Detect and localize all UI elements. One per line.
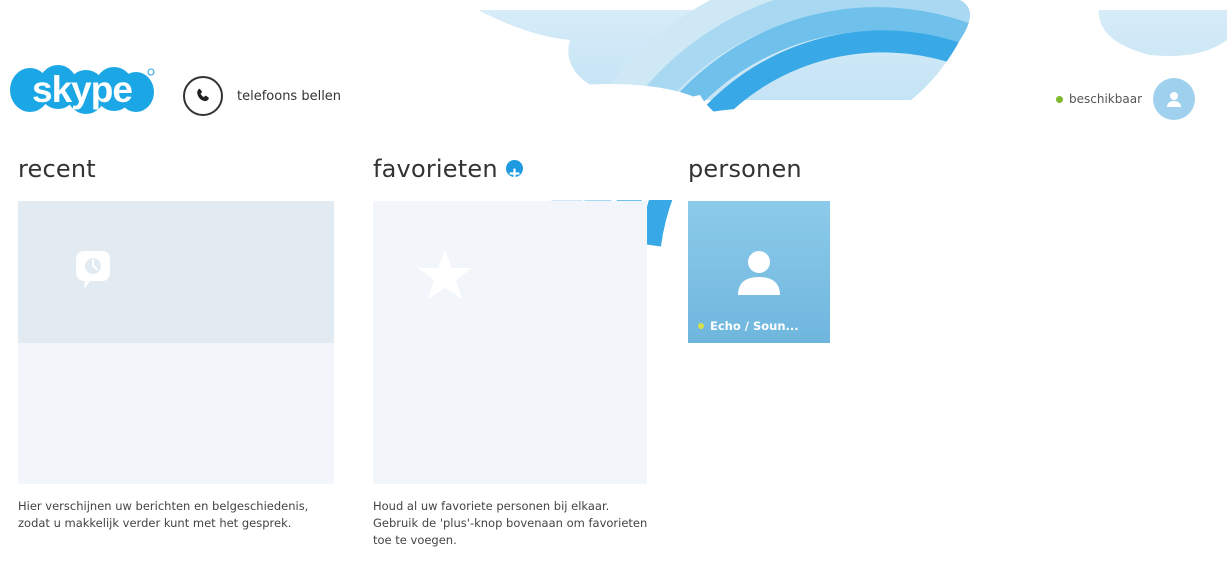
contact-name-row: Echo / Soun...	[698, 319, 799, 333]
svg-text:skype: skype	[32, 69, 132, 110]
recent-description: Hier verschijnen uw berichten en belgesc…	[18, 499, 309, 530]
recent-tile	[18, 201, 334, 484]
call-phones-button[interactable]: telefoons bellen	[183, 76, 341, 116]
people-title: personen	[688, 155, 802, 183]
add-favorite-button[interactable]	[505, 159, 523, 179]
online-dot-icon	[1056, 95, 1063, 103]
user-avatar[interactable]	[1153, 78, 1195, 120]
skype-logo: skype	[10, 65, 155, 114]
person-icon	[738, 251, 780, 295]
recent-title: recent	[18, 155, 96, 183]
status-label: beschikbaar	[1069, 92, 1142, 106]
call-label: telefoons bellen	[237, 88, 342, 104]
chat-clock-icon	[76, 251, 110, 289]
favorites-description: Houd al uw favoriete personen bij elkaar…	[373, 499, 648, 547]
contact-tile[interactable]: Echo / Soun...	[688, 201, 830, 343]
favorites-title-text: favorieten	[373, 155, 498, 183]
recent-tile-header	[18, 201, 334, 343]
user-icon	[1167, 92, 1181, 107]
phone-icon	[183, 76, 223, 116]
availability-status[interactable]: beschikbaar	[1056, 78, 1195, 120]
star-icon	[418, 250, 472, 299]
contact-name: Echo / Soun...	[710, 319, 799, 333]
skype-home: skype telefoons bellen beschikbaar recen…	[0, 0, 1227, 561]
plus-icon	[509, 167, 520, 179]
contact-status-dot-icon	[698, 323, 704, 329]
favorites-tile	[373, 201, 647, 484]
favorites-title: favorieten	[373, 155, 523, 183]
